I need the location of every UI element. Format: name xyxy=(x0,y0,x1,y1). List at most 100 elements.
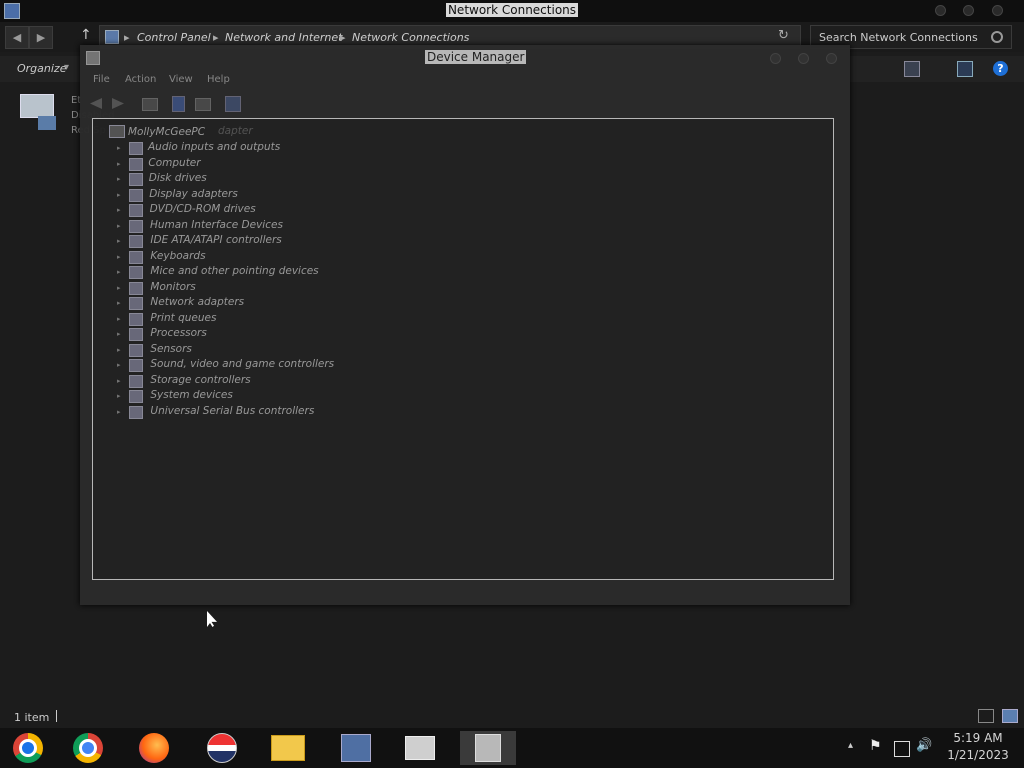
expand-arrow-icon[interactable]: ▸ xyxy=(117,284,121,292)
expand-arrow-icon[interactable]: ▸ xyxy=(117,160,121,168)
expand-arrow-icon[interactable]: ▸ xyxy=(117,237,121,245)
close-button[interactable] xyxy=(992,5,1003,16)
network-tray-icon[interactable] xyxy=(894,741,910,757)
expand-arrow-icon[interactable]: ▸ xyxy=(117,191,121,199)
expand-arrow-icon[interactable]: ▸ xyxy=(117,144,121,152)
expand-arrow-icon[interactable]: ▸ xyxy=(117,330,121,338)
device-category-item[interactable]: Human Interface Devices xyxy=(150,219,283,231)
taskbar-firefox[interactable] xyxy=(126,731,182,765)
device-manager-window[interactable]: Device Manager File Action View Help Mol… xyxy=(80,45,850,605)
device-category-item[interactable]: Keyboards xyxy=(150,250,205,262)
back-arrow-icon: ◀ xyxy=(12,31,22,44)
expand-arrow-icon[interactable]: ▸ xyxy=(117,346,121,354)
menu-view[interactable]: View xyxy=(169,74,193,85)
expand-arrow-icon[interactable]: ▸ xyxy=(117,206,121,214)
scan-hardware-icon[interactable] xyxy=(225,96,241,112)
tree-root-ghost: dapter xyxy=(218,125,253,137)
device-category-item[interactable]: Network adapters xyxy=(150,296,244,308)
device-manager-titlebar: Device Manager xyxy=(80,45,850,71)
breadcrumb-control-panel[interactable]: Control Panel xyxy=(137,31,211,44)
organize-button[interactable]: Organize xyxy=(17,62,66,75)
device-category-item[interactable]: Disk drives xyxy=(149,172,207,184)
menu-action[interactable]: Action xyxy=(125,74,156,85)
device-category-icon xyxy=(129,204,143,217)
refresh-icon[interactable]: ↻ xyxy=(778,28,789,43)
device-category-item[interactable]: Display adapters xyxy=(149,188,238,200)
item-count: 1 item xyxy=(14,711,50,724)
minimize-button[interactable] xyxy=(935,5,946,16)
action-center-flag-icon[interactable]: ⚑ xyxy=(869,738,882,754)
control-panel-icon xyxy=(105,30,119,44)
back-button[interactable]: ◀ xyxy=(5,26,29,49)
taskbar-chrome-canary[interactable] xyxy=(0,731,56,765)
maximize-button[interactable] xyxy=(963,5,974,16)
taskbar-opera[interactable] xyxy=(194,731,250,765)
ethernet-adapter-item[interactable] xyxy=(18,92,58,136)
device-category-icon xyxy=(129,173,143,186)
device-category-icon xyxy=(129,142,143,155)
taskbar-archive[interactable] xyxy=(392,731,448,765)
breadcrumb-network-internet[interactable]: Network and Internet xyxy=(225,31,343,44)
dm-close-button[interactable] xyxy=(826,53,837,64)
menu-help[interactable]: Help xyxy=(207,74,230,85)
expand-arrow-icon[interactable]: ▸ xyxy=(117,377,121,385)
device-category-item[interactable]: Audio inputs and outputs xyxy=(148,141,280,153)
taskbar-control-panel[interactable] xyxy=(328,731,384,765)
search-icon[interactable] xyxy=(991,31,1003,43)
help-icon[interactable]: ? xyxy=(993,61,1008,76)
firefox-icon xyxy=(139,733,169,763)
preview-pane-icon[interactable] xyxy=(957,61,973,77)
device-category-icon xyxy=(129,359,143,372)
help-icon[interactable] xyxy=(172,96,185,112)
device-category-item[interactable]: Universal Serial Bus controllers xyxy=(150,405,314,417)
forward-button[interactable]: ▶ xyxy=(29,26,53,49)
properties-icon[interactable] xyxy=(142,98,158,111)
menu-bar: File Action View Help xyxy=(80,71,850,91)
back-icon[interactable] xyxy=(90,98,102,109)
taskbar-device-manager[interactable] xyxy=(460,731,516,765)
expand-arrow-icon[interactable]: ▸ xyxy=(117,408,121,416)
device-category-item[interactable]: Storage controllers xyxy=(150,374,250,386)
expand-arrow-icon[interactable]: ▸ xyxy=(117,222,121,230)
large-icons-view-icon[interactable] xyxy=(1002,709,1018,723)
tray-expand-icon[interactable]: ▴ xyxy=(848,740,853,751)
device-category-item[interactable]: Print queues xyxy=(150,312,216,324)
volume-icon[interactable]: 🔊 xyxy=(916,738,932,753)
show-hidden-icon[interactable] xyxy=(195,98,211,111)
search-placeholder: Search Network Connections xyxy=(819,31,978,44)
forward-icon[interactable] xyxy=(112,98,124,109)
device-category-item[interactable]: System devices xyxy=(150,389,232,401)
device-category-item[interactable]: Processors xyxy=(150,327,206,339)
device-manager-icon xyxy=(86,51,100,65)
device-category-item[interactable]: IDE ATA/ATAPI controllers xyxy=(150,234,281,246)
menu-file[interactable]: File xyxy=(93,74,110,85)
clock[interactable]: 5:19 AM 1/21/2023 xyxy=(945,731,1011,762)
device-category-item[interactable]: Sound, video and game controllers xyxy=(150,358,334,370)
up-button[interactable]: ↑ xyxy=(80,27,92,43)
breadcrumb-network-connections[interactable]: Network Connections xyxy=(352,31,469,44)
expand-arrow-icon[interactable]: ▸ xyxy=(117,253,121,261)
window-title: Network Connections xyxy=(445,3,579,17)
expand-arrow-icon[interactable]: ▸ xyxy=(117,361,121,369)
details-view-icon[interactable] xyxy=(978,709,994,723)
view-options-icon[interactable] xyxy=(904,61,920,77)
tree-root[interactable]: MollyMcGeePC xyxy=(128,126,205,138)
device-manager-icon xyxy=(475,734,501,762)
expand-arrow-icon[interactable]: ▸ xyxy=(117,392,121,400)
device-category-item[interactable]: Monitors xyxy=(150,281,195,293)
device-category-item[interactable]: Computer xyxy=(148,157,200,169)
expand-arrow-icon[interactable]: ▸ xyxy=(117,175,121,183)
expand-arrow-icon[interactable]: ▸ xyxy=(117,299,121,307)
status-bar: 1 item xyxy=(0,706,1024,728)
mouse-cursor-icon xyxy=(207,611,217,627)
taskbar-file-explorer[interactable] xyxy=(260,731,316,765)
device-tree[interactable]: MollyMcGeePC dapter ▸ Audio inputs and ou… xyxy=(92,118,834,580)
device-category-item[interactable]: Sensors xyxy=(150,343,191,355)
device-category-item[interactable]: DVD/CD-ROM drives xyxy=(150,203,256,215)
dm-minimize-button[interactable] xyxy=(770,53,781,64)
dm-maximize-button[interactable] xyxy=(798,53,809,64)
device-category-item[interactable]: Mice and other pointing devices xyxy=(150,265,318,277)
taskbar-chrome[interactable] xyxy=(60,731,116,765)
expand-arrow-icon[interactable]: ▸ xyxy=(117,268,121,276)
expand-arrow-icon[interactable]: ▸ xyxy=(117,315,121,323)
